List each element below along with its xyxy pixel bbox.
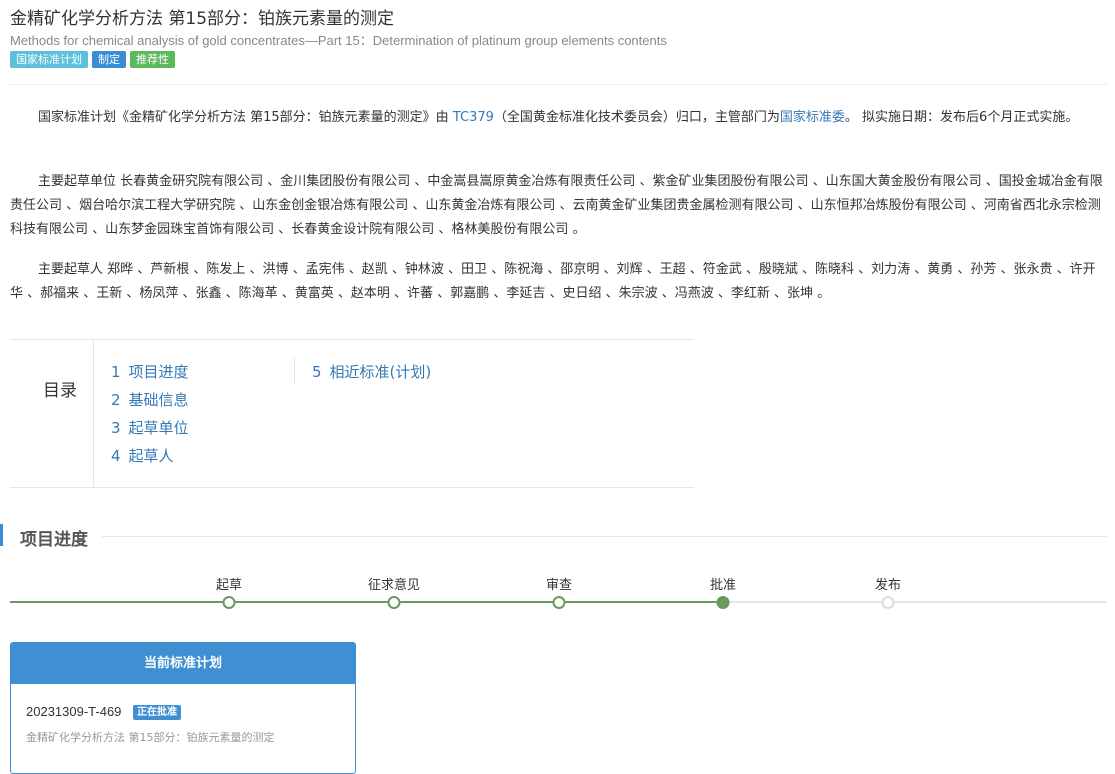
- plan-name: 金精矿化学分析方法 第15部分：铂族元素量的测定: [26, 731, 275, 744]
- badge-formulate: 制定: [92, 51, 126, 68]
- toc-column-divider: [294, 358, 295, 384]
- toc-column-right: 5 相近标准(计划): [312, 358, 431, 386]
- header-divider: [10, 84, 1107, 85]
- table-of-contents: 目录 1 项目进度 2 基础信息 3 起草单位 4 起草人 5 相近标准(计划): [10, 339, 694, 488]
- step-dot-draft: [222, 596, 236, 609]
- page-title: 金精矿化学分析方法 第15部分：铂族元素量的测定: [10, 9, 395, 29]
- toc-label: 目录: [43, 381, 77, 401]
- current-plan-card[interactable]: 当前标准计划 20231309-T-469 正在批准 金精矿化学分析方法 第15…: [10, 642, 356, 774]
- drafters-paragraph: 主要起草人 郑晔 、芦新根 、陈发上 、洪博 、孟宪伟 、赵凯 、钟林波 、田卫…: [10, 262, 1096, 301]
- intro-paragraph: 国家标准计划《金精矿化学分析方法 第15部分：铂族元素量的测定》由 TC379（…: [10, 106, 1108, 130]
- section-divider: [102, 536, 1107, 537]
- step-dot-approval: [716, 596, 730, 609]
- tc379-link[interactable]: TC379: [453, 110, 494, 125]
- section-accent-bar: [0, 524, 3, 546]
- page-subtitle: Methods for chemical analysis of gold co…: [10, 33, 667, 48]
- toc-item-drafting-units[interactable]: 3 起草单位: [111, 414, 189, 442]
- plan-code: 20231309-T-469: [26, 704, 122, 719]
- badge-group: 国家标准计划 制定 推荐性: [10, 51, 175, 68]
- toc-item-similar-standards[interactable]: 5 相近标准(计划): [312, 358, 431, 386]
- current-plan-header: 当前标准计划: [11, 643, 355, 684]
- step-label-consultation: 征求意见: [367, 578, 421, 593]
- step-label-review: 审查: [545, 578, 573, 593]
- toc-item-progress[interactable]: 1 项目进度: [111, 358, 189, 386]
- toc-item-basic-info[interactable]: 2 基础信息: [111, 386, 189, 414]
- section-title-progress: 项目进度: [20, 530, 88, 550]
- step-label-draft: 起草: [215, 578, 243, 593]
- plan-status-badge: 正在批准: [133, 705, 181, 720]
- intro-text-a: 国家标准计划《金精矿化学分析方法 第15部分：铂族元素量的测定》由: [38, 110, 453, 125]
- sac-link[interactable]: 国家标准委: [780, 110, 845, 125]
- step-dot-publish: [881, 596, 895, 609]
- badge-national-plan: 国家标准计划: [10, 51, 88, 68]
- step-label-approval: 批准: [709, 578, 737, 593]
- step-label-publish: 发布: [874, 578, 902, 593]
- toc-item-drafters[interactable]: 4 起草人: [111, 442, 189, 470]
- toc-column-left: 1 项目进度 2 基础信息 3 起草单位 4 起草人: [111, 358, 189, 470]
- intro-text-c: 。 拟实施日期：发布后6个月正式实施。: [844, 110, 1079, 125]
- intro-text-b: （全国黄金标准化技术委员会）归口，主管部门为: [493, 110, 780, 125]
- timeline-pending-track: [723, 601, 1107, 603]
- badge-recommended: 推荐性: [130, 51, 175, 68]
- toc-label-box: 目录: [10, 340, 94, 487]
- drafting-units-paragraph: 主要起草单位 长春黄金研究院有限公司 、金川集团股份有限公司 、中金嵩县嵩原黄金…: [10, 174, 1103, 237]
- timeline-completed-track: [10, 601, 723, 603]
- step-dot-consultation: [387, 596, 401, 609]
- step-dot-review: [552, 596, 566, 609]
